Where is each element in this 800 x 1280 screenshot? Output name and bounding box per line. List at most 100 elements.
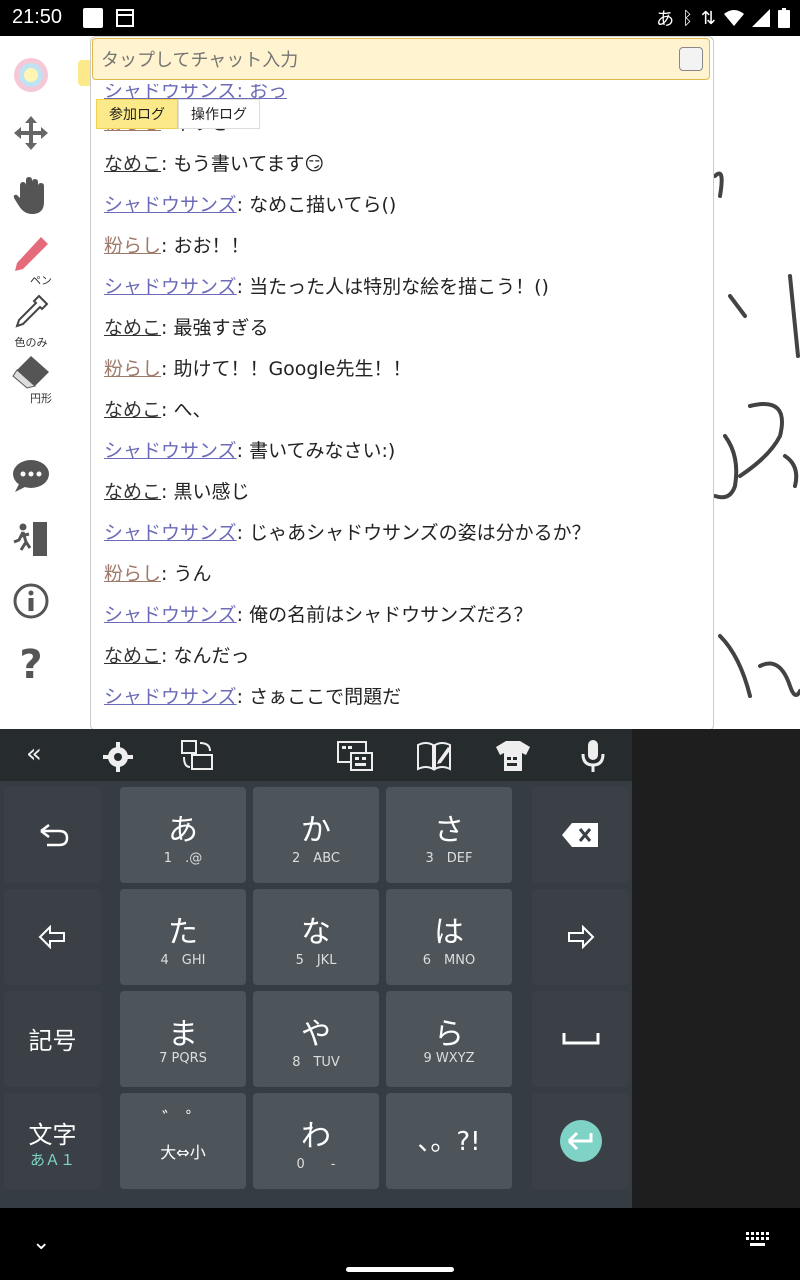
- space-icon: [562, 1033, 600, 1045]
- chat-username-link[interactable]: なめこ: [104, 317, 161, 339]
- key-ka[interactable]: か2 ABC: [253, 787, 379, 883]
- exit-door-icon: [13, 522, 47, 556]
- microphone-icon[interactable]: [580, 739, 606, 773]
- cursor-right-key[interactable]: [532, 889, 629, 985]
- key-punctuation[interactable]: 、。?!: [386, 1093, 512, 1189]
- tab-operation-log[interactable]: 操作ログ: [178, 99, 260, 129]
- chat-message-text: : 俺の名前はシャドウサンズだろ？: [236, 604, 533, 626]
- chat-username-link[interactable]: シャドウサンズ: [104, 522, 237, 544]
- chat-message-text: : へ、: [161, 399, 212, 421]
- key-ya[interactable]: や8 TUV: [253, 991, 379, 1087]
- dictionary-edit-icon[interactable]: [416, 741, 452, 771]
- chat-message: シャドウサンズ: 書いてみなさい:): [104, 436, 395, 463]
- chat-message-text: : 助けて！！Google先生！！: [161, 358, 412, 380]
- move-tool-button[interactable]: [6, 114, 56, 156]
- chat-message: なめこ: 黒い感じ: [104, 477, 249, 504]
- home-gesture-pill[interactable]: [346, 1267, 454, 1272]
- keyboard-theme-icon[interactable]: [494, 739, 532, 773]
- input-mode-key[interactable]: 文字 あＡ１: [4, 1093, 101, 1189]
- log-tabs: 参加ログ 操作ログ: [96, 99, 260, 129]
- chat-message-text: : なめこ描いてら(): [236, 194, 397, 216]
- collapse-toolbar-icon[interactable]: «: [26, 739, 42, 769]
- dropper-tool-button[interactable]: 色のみ: [6, 294, 56, 350]
- chat-username-link[interactable]: 粉らし: [104, 235, 161, 257]
- chat-username-link[interactable]: シャドウサンズ: [104, 686, 237, 708]
- keyboard-toolbar: «: [0, 729, 632, 781]
- chat-username-link[interactable]: シャドウサンズ: [104, 604, 237, 626]
- arrow-left-icon: [38, 925, 65, 949]
- symbol-key[interactable]: 記号: [4, 991, 101, 1087]
- chat-username-link[interactable]: なめこ: [104, 645, 161, 667]
- help-button[interactable]: ?: [6, 642, 56, 688]
- enter-key[interactable]: [532, 1093, 629, 1189]
- chat-checkbox[interactable]: [679, 47, 703, 71]
- keyboard-switch-icon[interactable]: [180, 739, 214, 771]
- software-keyboard: « 記号 文字 あＡ１ あ 1 .@ か 2 ABC さ 3 DEF た 4 G…: [0, 729, 800, 1208]
- canvas-drawing: [713, 171, 800, 698]
- key-ha[interactable]: は6 MNO: [386, 889, 512, 985]
- chat-message: 粉らし: 助けて！！Google先生！！: [104, 354, 411, 381]
- key-wa[interactable]: わ0 -: [253, 1093, 379, 1189]
- navigation-bar: ⌄: [0, 1208, 800, 1280]
- chat-username-link[interactable]: なめこ: [104, 481, 161, 503]
- chat-username-link[interactable]: 粉らし: [104, 358, 161, 380]
- space-key[interactable]: [532, 991, 629, 1087]
- pen-icon: [15, 237, 48, 271]
- dropper-label: 色のみ: [14, 336, 48, 349]
- chat-username-link[interactable]: なめこ: [104, 153, 161, 175]
- chat-button[interactable]: [6, 458, 56, 498]
- key-ma[interactable]: ま7 PQRS: [120, 991, 246, 1087]
- chat-username-link[interactable]: シャドウサンズ: [104, 194, 237, 216]
- chat-username-link[interactable]: シャドウサンズ: [104, 440, 237, 462]
- chat-message-text: : 当たった人は特別な絵を描こう！(): [236, 276, 549, 298]
- bluetooth-icon: ᛒ: [682, 7, 693, 29]
- notification-icon: [83, 8, 103, 28]
- key-na[interactable]: な5 JKL: [253, 889, 379, 985]
- hand-tool-button[interactable]: [6, 176, 56, 220]
- chat-username-link[interactable]: なめこ: [104, 399, 161, 421]
- chat-input-bar[interactable]: [92, 38, 710, 80]
- chat-message: シャドウサンズ: 当たった人は特別な絵を描こう！(): [104, 272, 549, 299]
- chat-message: シャドウサンズ: なめこ描いてら(): [104, 190, 396, 217]
- cursor-left-key[interactable]: [4, 889, 101, 985]
- backspace-icon: [562, 823, 598, 847]
- backspace-key[interactable]: [532, 787, 629, 883]
- chat-message: なめこ: 最強すぎる: [104, 313, 268, 340]
- key-ra[interactable]: ら9 WXYZ: [386, 991, 512, 1087]
- keyboard-side-area: [632, 729, 800, 1208]
- eraser-tool-button[interactable]: 円形: [6, 354, 56, 406]
- chat-message: シャドウサンズ: じゃあシャドウサンズの姿は分かるか？: [104, 518, 591, 545]
- color-wheel-button[interactable]: [6, 56, 56, 98]
- undo-key[interactable]: [4, 787, 101, 883]
- chat-message-text: : じゃあシャドウサンズの姿は分かるか？: [236, 522, 591, 544]
- chat-message: シャドウサンズ: さぁここで問題だ: [104, 682, 401, 709]
- clock: 21:50: [12, 6, 63, 28]
- chat-message-text: : 書いてみなさい:): [236, 440, 396, 462]
- hand-icon: [13, 177, 45, 214]
- pen-tool-button[interactable]: ペン: [6, 234, 56, 288]
- info-button[interactable]: [6, 582, 56, 624]
- wifi-icon: [724, 10, 744, 26]
- eyedropper-icon: [15, 294, 49, 328]
- chat-message: シャドウサンズ: 俺の名前はシャドウサンズだろ？: [104, 600, 533, 627]
- data-arrows-icon: ⇅: [700, 7, 716, 29]
- chevron-down-icon[interactable]: ⌄: [32, 1230, 50, 1255]
- status-bar: 21:50 あ ᛒ ⇅: [0, 0, 800, 36]
- tab-join-log[interactable]: 参加ログ: [96, 99, 178, 129]
- keyboard-icon[interactable]: [746, 1232, 770, 1248]
- key-sa[interactable]: さ3 DEF: [386, 787, 512, 883]
- chat-message: 粉らし: おお！！: [104, 231, 249, 258]
- keyboard-layout-icon[interactable]: [337, 741, 373, 771]
- key-ta[interactable]: た4 GHI: [120, 889, 246, 985]
- exit-button[interactable]: [6, 520, 56, 562]
- chat-username-link[interactable]: シャドウサンズ: [104, 276, 237, 298]
- tool-palette: ペン 色のみ 円形 ?: [0, 36, 62, 729]
- eraser-icon: [12, 356, 49, 389]
- key-dakuten[interactable]: ゛ ゜大⇔小: [120, 1093, 246, 1189]
- chat-message: なめこ: へ、: [104, 395, 211, 422]
- chat-username-link[interactable]: 粉らし: [104, 563, 161, 585]
- key-a[interactable]: あ1 .@: [120, 787, 246, 883]
- chat-message: なめこ: もう書いてます😏: [104, 149, 324, 176]
- settings-gear-icon[interactable]: [102, 741, 134, 773]
- chat-input[interactable]: [99, 45, 673, 75]
